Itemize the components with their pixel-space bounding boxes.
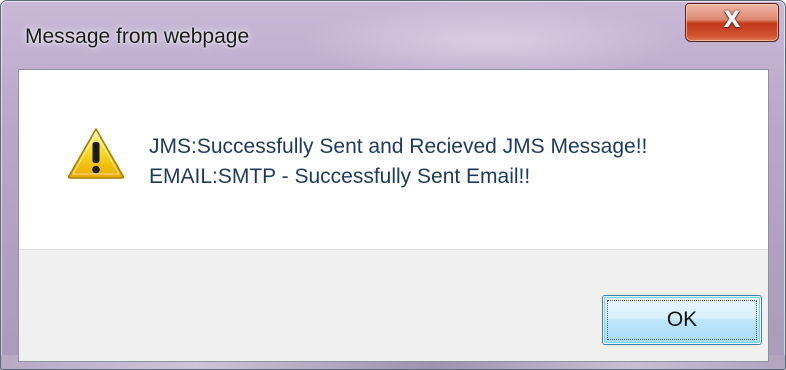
message-line-jms: JMS:Successfully Sent and Recieved JMS M… [149,135,648,158]
ok-button-label: OK [666,308,698,331]
close-button[interactable]: X [685,3,779,42]
message-area: JMS:Successfully Sent and Recieved JMS M… [19,70,768,250]
dialog-title: Message from webpage [25,25,250,48]
dialog-content: JMS:Successfully Sent and Recieved JMS M… [18,69,769,362]
message-text: JMS:Successfully Sent and Recieved JMS M… [149,132,647,192]
dialog-window: Message from webpage X JMS:Successfully … [0,0,786,370]
button-bar: OK [19,249,768,361]
ok-button[interactable]: OK [602,295,762,345]
close-icon: X [723,8,741,33]
message-line-email: EMAIL:SMTP - Successfully Sent Email!! [149,165,531,188]
warning-icon [67,128,125,179]
